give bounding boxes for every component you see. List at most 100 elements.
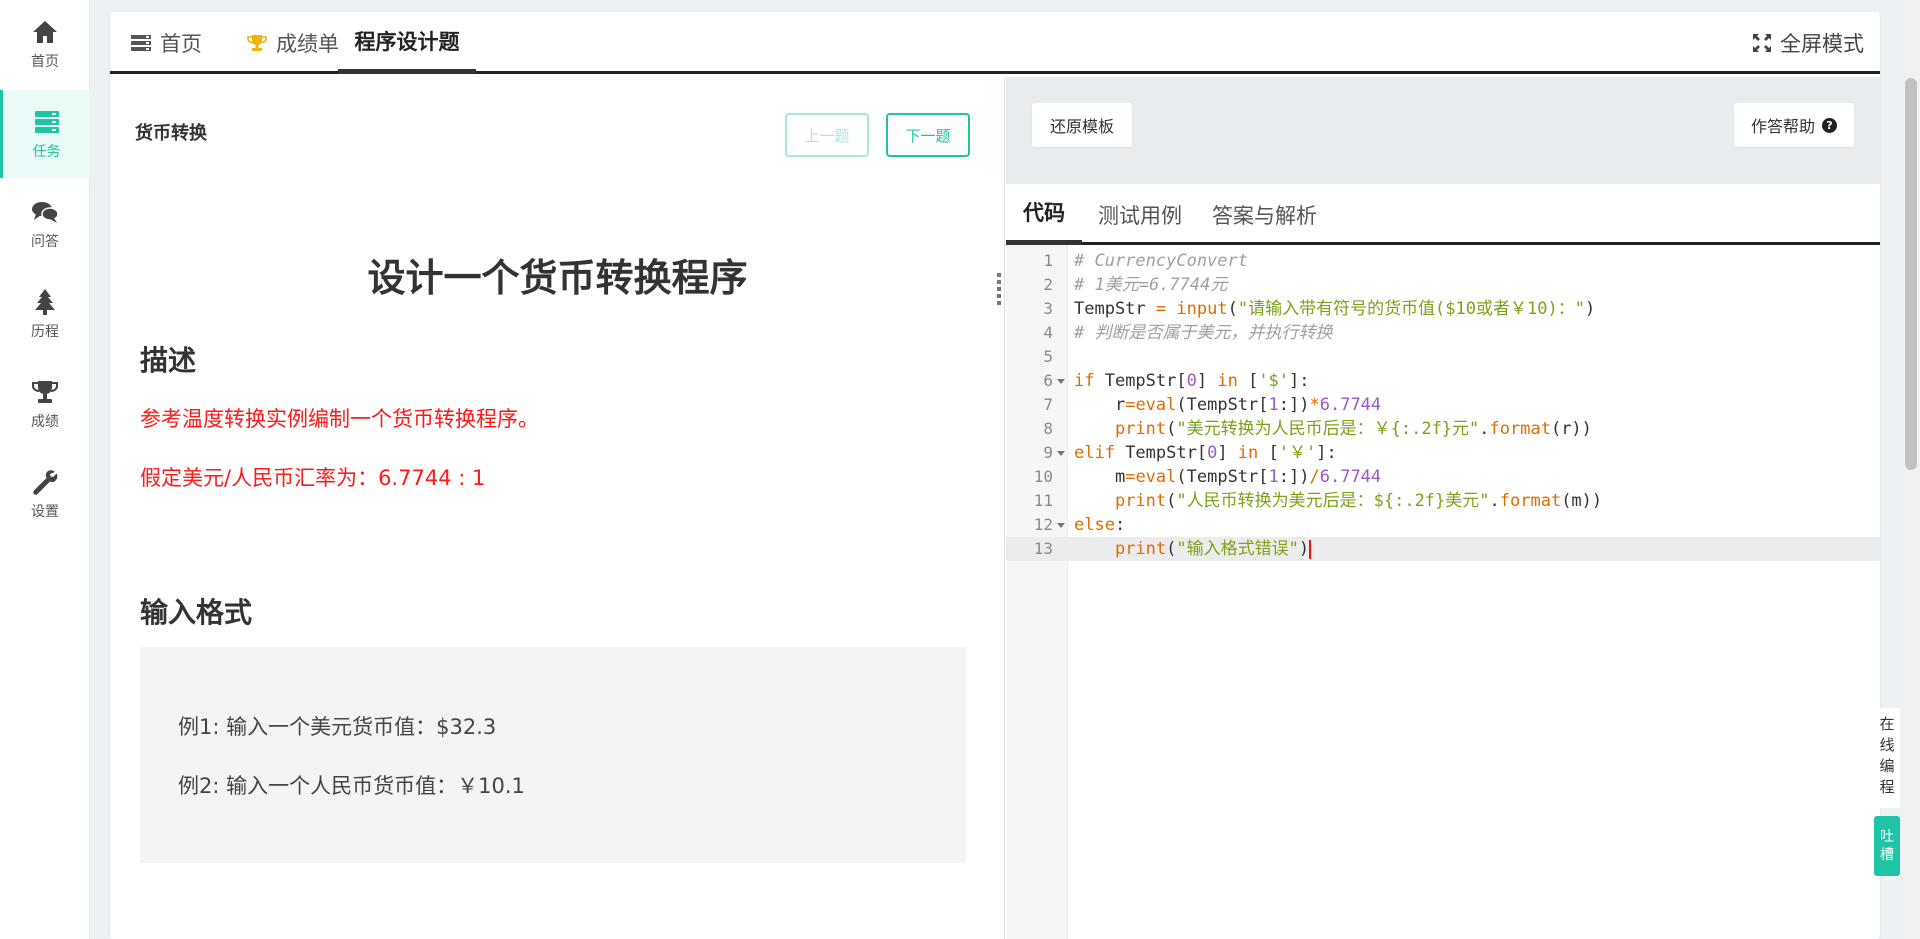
trophy-icon (247, 35, 267, 51)
feedback-button[interactable]: 吐槽 (1874, 816, 1900, 876)
description-heading: 描述 (140, 344, 197, 377)
line-number: 2 (1043, 275, 1053, 294)
sidebar-item-label: 成绩 (31, 414, 59, 430)
code-line[interactable]: 7 r=eval(TempStr[1:])*6.7744 (1006, 393, 1880, 417)
sidebar-item-label: 问答 (31, 234, 59, 250)
tab-label: 成绩单 (276, 32, 339, 56)
code-line[interactable]: 2 # 1美元=6.7744元 (1006, 273, 1880, 297)
tab-label: 程序设计题 (354, 29, 460, 54)
line-number: 7 (1043, 395, 1053, 414)
line-number: 4 (1043, 323, 1053, 342)
trophy-icon (32, 381, 58, 403)
tab-home[interactable]: 首页 (114, 12, 218, 74)
line-number: 6 (1043, 371, 1053, 390)
expand-icon (1753, 34, 1771, 52)
example-box: 例1: 输入一个美元货币值：$32.3 例2: 输入一个人民币货币值：￥10.1 (140, 647, 966, 863)
restore-template-button[interactable]: 还原模板 (1032, 103, 1132, 147)
description-line: 假定美元/人民币汇率为：6.7744 : 1 (140, 466, 486, 490)
list-icon (131, 35, 151, 51)
editor-pane: 还原模板 作答帮助 ? 代码 测试用例 答案与解析 1 # CurrencyCon… (1006, 77, 1880, 939)
question-circle-icon: ? (1822, 117, 1837, 133)
code-text: if TempStr[0] in ['$']: (1074, 371, 1310, 391)
example-line: 例2: 输入一个人民币货币值：￥10.1 (178, 774, 525, 798)
line-number: 1 (1043, 251, 1053, 270)
example-line: 例1: 输入一个美元货币值：$32.3 (178, 715, 497, 739)
code-line[interactable]: 1 # CurrencyConvert (1006, 249, 1880, 273)
code-line[interactable]: 5 (1006, 345, 1880, 369)
fullscreen-button[interactable]: 全屏模式 (1752, 12, 1864, 74)
fold-arrow-icon[interactable] (1057, 523, 1065, 528)
input-format-heading: 输入格式 (140, 596, 253, 629)
tree-icon (35, 289, 55, 315)
code-text: TempStr = input("请输入带有符号的货币值($10或者￥10)："… (1074, 299, 1596, 319)
code-line[interactable]: 6 if TempStr[0] in ['$']: (1006, 369, 1880, 393)
sidebar-item-tasks[interactable]: 任务 (0, 90, 90, 178)
top-tab-bar: 首页 成绩单 程序设计题 全屏模式 (110, 12, 1880, 74)
text-cursor (1309, 539, 1312, 559)
pane-resize-handle[interactable] (995, 270, 1003, 320)
code-line[interactable]: 13 print("输入格式错误") (1006, 537, 1880, 561)
comments-icon (32, 202, 59, 223)
answer-help-label: 作答帮助 (1750, 117, 1815, 136)
main-panel: 首页 成绩单 程序设计题 全屏模式 货币转换 上一题 下一题 设计一个货币转换程… (110, 12, 1880, 939)
tab-label: 首页 (160, 32, 202, 56)
sidebar-item-qa[interactable]: 问答 (0, 180, 90, 268)
fullscreen-label: 全屏模式 (1780, 32, 1864, 56)
sidebar-item-settings[interactable]: 设置 (0, 450, 90, 538)
fold-arrow-icon[interactable] (1057, 451, 1065, 456)
sidebar-item-label: 首页 (31, 54, 59, 70)
wrench-icon (33, 470, 58, 495)
tab-test-cases[interactable]: 测试用例 (1082, 184, 1198, 245)
sidebar-item-grades[interactable]: 成绩 (0, 360, 90, 448)
code-text: m=eval(TempStr[1:])/6.7744 (1074, 467, 1382, 487)
line-number: 11 (1033, 491, 1053, 510)
line-number: 12 (1033, 515, 1053, 534)
code-text: print("输入格式错误") (1114, 539, 1312, 559)
problem-pane: 货币转换 上一题 下一题 设计一个货币转换程序 描述 参考温度转换实例编制一个货… (110, 77, 1005, 939)
line-number: 5 (1043, 347, 1053, 366)
online-coding-button[interactable]: 在线编程 (1874, 708, 1900, 808)
sidebar-item-label: 任务 (32, 144, 61, 160)
sidebar-item-history[interactable]: 历程 (0, 270, 90, 358)
code-text: # 1美元=6.7744元 (1074, 275, 1228, 295)
next-question-button[interactable]: 下一题 (886, 113, 970, 157)
problem-name: 货币转换 (135, 123, 207, 144)
code-line[interactable]: 9 elif TempStr[0] in ['￥']: (1006, 441, 1880, 465)
code-text: # CurrencyConvert (1074, 251, 1248, 271)
page-scrollbar[interactable] (1902, 0, 1920, 939)
code-line[interactable]: 8 print("美元转换为人民币后是：￥{:.2f}元".format(r)) (1006, 417, 1880, 441)
home-icon (33, 21, 57, 43)
line-number: 13 (1033, 539, 1053, 558)
code-line[interactable]: 3 TempStr = input("请输入带有符号的货币值($10或者￥10)：… (1006, 297, 1880, 321)
sidebar-item-label: 历程 (31, 324, 59, 340)
line-number: 3 (1043, 299, 1053, 318)
sidebar: 首页 任务 问答 历程 成绩 设置 (0, 0, 90, 939)
code-text: print("美元转换为人民币后是：￥{:.2f}元".format(r)) (1114, 419, 1592, 439)
code-line[interactable]: 4 # 判断是否属于美元，并执行转换 (1006, 321, 1880, 345)
tab-programming[interactable]: 程序设计题 (338, 12, 476, 74)
prev-question-button[interactable]: 上一题 (785, 113, 869, 157)
tab-grades[interactable]: 成绩单 (230, 12, 355, 74)
tab-code[interactable]: 代码 (1006, 184, 1082, 245)
code-text: r=eval(TempStr[1:])*6.7744 (1074, 395, 1382, 415)
line-number: 10 (1033, 467, 1053, 486)
code-line[interactable]: 10 m=eval(TempStr[1:])/6.7744 (1006, 465, 1880, 489)
answer-help-button[interactable]: 作答帮助 ? (1734, 103, 1854, 147)
line-number: 8 (1043, 419, 1053, 438)
sidebar-item-label: 设置 (31, 504, 59, 520)
tab-answer-analysis[interactable]: 答案与解析 (1196, 184, 1333, 245)
code-editor[interactable]: 1 # CurrencyConvert 2 # 1美元=6.7744元 3 TempStr… (1006, 245, 1880, 939)
code-line[interactable]: 11 print("人民币转换为美元后是：${:.2f}美元".format(m… (1006, 489, 1880, 513)
fold-arrow-icon[interactable] (1057, 379, 1065, 384)
code-text: else: (1074, 515, 1126, 535)
problem-title: 设计一个货币转换程序 (367, 256, 748, 300)
online-coding-label: 在线编程 (1879, 715, 1895, 796)
scrollbar-thumb[interactable] (1905, 78, 1917, 470)
line-number: 9 (1043, 443, 1053, 462)
code-text: # 判断是否属于美元，并执行转换 (1074, 323, 1333, 343)
code-text: print("人民币转换为美元后是：${:.2f}美元".format(m)) (1114, 491, 1603, 511)
code-line[interactable]: 12 else: (1006, 513, 1880, 537)
description-line: 参考温度转换实例编制一个货币转换程序。 (140, 407, 539, 431)
sidebar-item-home[interactable]: 首页 (0, 0, 90, 88)
feedback-label: 吐槽 (1880, 829, 1894, 863)
